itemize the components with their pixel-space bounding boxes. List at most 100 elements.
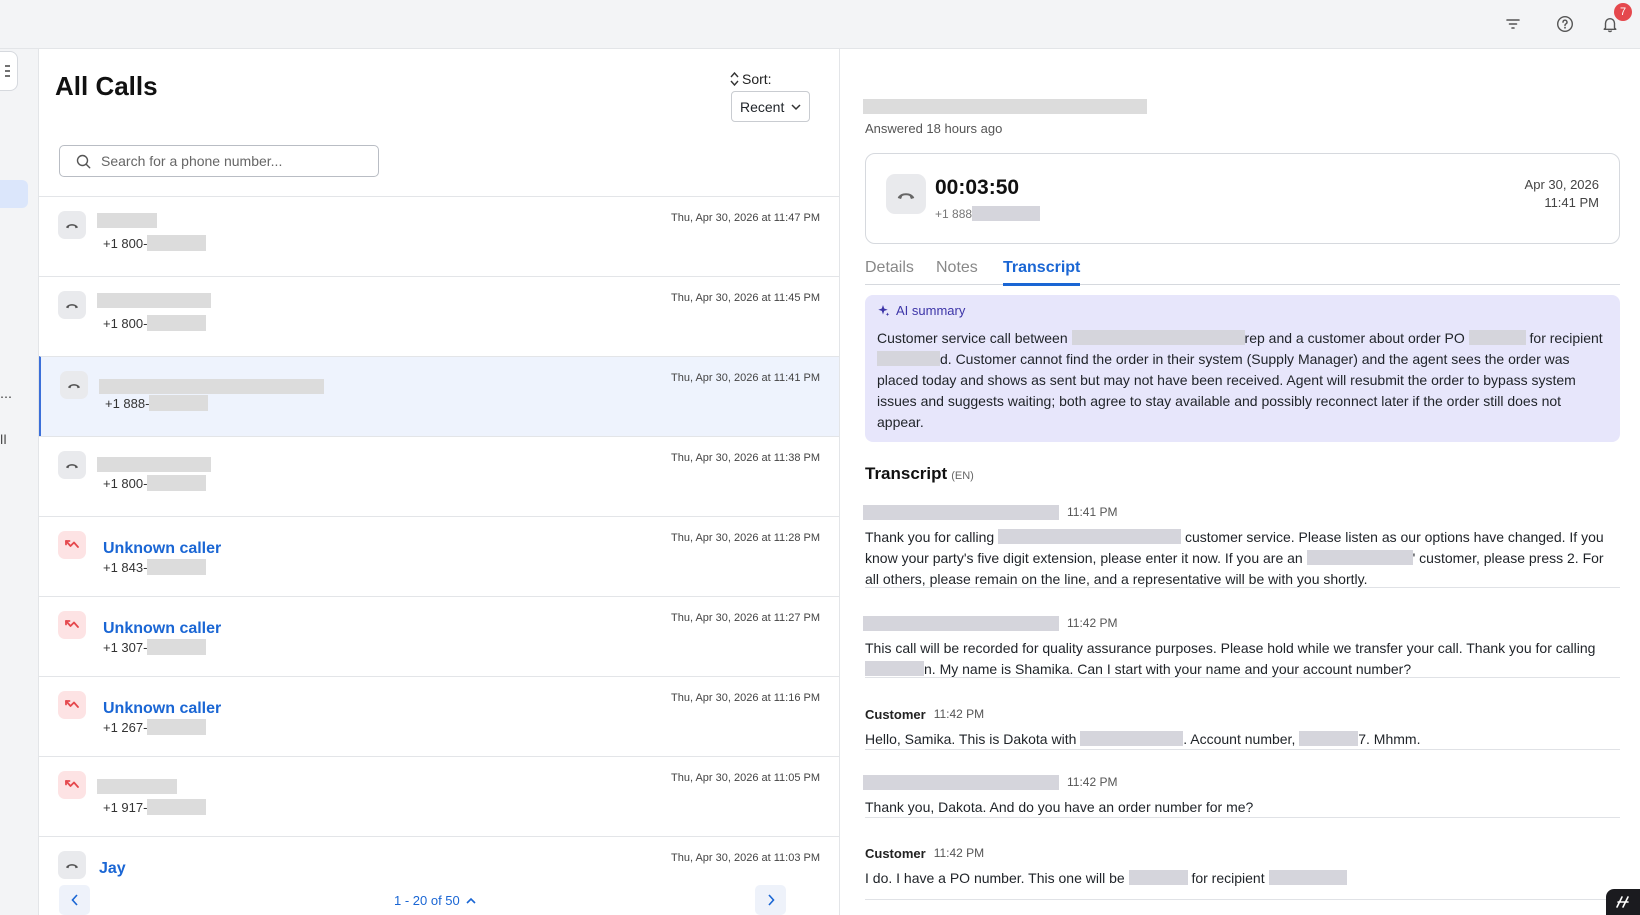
redacted-caller-name (97, 293, 211, 308)
call-date: Apr 30, 2026 (1524, 177, 1599, 192)
next-page-button[interactable] (755, 885, 786, 915)
pagination: 1 - 20 of 50 (39, 885, 839, 915)
call-row[interactable]: +1 917- Thu, Apr 30, 2026 at 11:05 PM (39, 756, 839, 836)
caller-number: +1 917- (103, 799, 207, 815)
caller-number-prefix: +1 888- (105, 395, 150, 411)
tab-transcript[interactable]: Transcript (1003, 259, 1081, 286)
redacted-text (1128, 870, 1188, 885)
entry-part: n. My name is Shamika. Can I start with … (924, 661, 1412, 677)
search-icon (76, 154, 91, 168)
sort-label: Sort: (730, 71, 772, 87)
redacted-caller-name (97, 779, 177, 794)
entry-text: Hello, Samika. This is Dakota with . Acc… (865, 729, 1620, 750)
call-timestamp: Thu, Apr 30, 2026 at 11:41 PM (670, 372, 820, 384)
call-duration-card: 00:03:50 +1 888 Apr 30, 2026 11:41 PM (865, 153, 1620, 244)
pagination-range[interactable]: 1 - 20 of 50 (394, 893, 476, 908)
call-timestamp: Thu, Apr 30, 2026 at 11:27 PM (670, 612, 820, 624)
call-row[interactable]: +1 800- Thu, Apr 30, 2026 at 11:38 PM (39, 436, 839, 516)
redacted-number (147, 475, 207, 491)
entry-meta: 11:41 PM (863, 503, 1620, 521)
tab-notes[interactable]: Notes (936, 259, 978, 283)
sidebar-partial-text: ll (0, 433, 7, 447)
redacted-number (147, 235, 207, 251)
missed-call-icon (58, 771, 86, 799)
sidebar-collapsed: … ll (0, 49, 39, 915)
missed-call-icon (58, 531, 86, 559)
call-row[interactable]: Unknown caller +1 267- Thu, Apr 30, 2026… (39, 676, 839, 756)
sidebar-active-item[interactable] (0, 180, 28, 208)
ai-summary-box: AI summary Customer service call between… (865, 295, 1620, 442)
redacted-number (972, 206, 1041, 221)
caller-number: +1 843- (103, 559, 207, 575)
transcript-entry: Customer 11:42 PM Hello, Samika. This is… (865, 705, 1620, 750)
calls-list-pane: All Calls Sort: Recent +1 800- Thu, Apr … (39, 49, 840, 915)
entry-meta: 11:42 PM (863, 773, 1620, 791)
entry-time: 11:42 PM (1067, 616, 1118, 630)
transcript-heading: Transcript (EN) (865, 464, 974, 484)
answered-call-icon (60, 371, 88, 399)
entry-text: Thank you, Dakota. And do you have an or… (865, 797, 1620, 818)
help-icon[interactable] (1552, 11, 1578, 37)
redacted-number (147, 799, 207, 815)
search-input[interactable] (101, 153, 351, 169)
sidebar-toggle-button[interactable] (0, 51, 18, 91)
redacted-number (147, 639, 207, 655)
search-box[interactable] (59, 145, 379, 177)
app-logo-icon[interactable] (1606, 889, 1640, 915)
call-number: +1 888 (935, 206, 1041, 221)
caller-number-prefix: +1 843- (103, 559, 148, 575)
redacted-text (1268, 870, 1347, 885)
transcript-entry: 11:42 PM This call will be recorded for … (863, 614, 1620, 680)
sort-icon (730, 72, 739, 86)
redacted-text (998, 529, 1182, 544)
redacted-caller-name (99, 379, 324, 394)
call-timestamp: Thu, Apr 30, 2026 at 11:03 PM (670, 852, 820, 864)
entry-text: This call will be recorded for quality a… (865, 638, 1620, 680)
transcript-title: Transcript (865, 464, 948, 483)
entry-time: 11:42 PM (933, 846, 985, 860)
redacted-text (877, 351, 940, 366)
call-row[interactable]: Unknown caller +1 307- Thu, Apr 30, 2026… (39, 596, 839, 676)
caller-name[interactable]: Unknown caller (103, 700, 221, 718)
missed-call-icon (58, 691, 86, 719)
redacted-text (1306, 550, 1413, 565)
entry-part: I do. I have a PO number. This one will … (865, 870, 1129, 886)
caller-name[interactable]: Unknown caller (103, 540, 221, 558)
transcript-entry: Customer 11:42 PM I do. I have a PO numb… (865, 844, 1620, 900)
call-datetime: Apr 30, 2026 11:41 PM (1525, 176, 1599, 212)
filter-icon[interactable] (1500, 11, 1526, 37)
call-row[interactable]: +1 800- Thu, Apr 30, 2026 at 11:47 PM (39, 196, 839, 276)
redacted-speaker (863, 615, 1059, 631)
previous-page-button[interactable] (59, 885, 90, 915)
tab-details[interactable]: Details (865, 259, 914, 283)
redacted-speaker (863, 504, 1059, 520)
sort-select[interactable]: Recent (731, 91, 810, 122)
redacted-number (147, 315, 207, 331)
chevron-right-icon (767, 894, 775, 906)
caller-name[interactable]: Jay (99, 860, 126, 878)
call-row-selected[interactable]: +1 888- Thu, Apr 30, 2026 at 11:41 PM (39, 356, 839, 436)
sparkle-icon (878, 305, 890, 317)
summary-part: Customer service call between (877, 330, 1072, 346)
call-row[interactable]: +1 800- Thu, Apr 30, 2026 at 11:45 PM (39, 276, 839, 356)
notifications-button[interactable]: 7 (1597, 3, 1632, 37)
redacted-number (147, 559, 207, 575)
sidebar-partial-text: … (0, 387, 12, 401)
call-timestamp: Thu, Apr 30, 2026 at 11:47 PM (670, 212, 820, 224)
caller-number: +1 267- (103, 719, 207, 735)
caller-name[interactable]: Unknown caller (103, 620, 221, 638)
call-timestamp: Thu, Apr 30, 2026 at 11:16 PM (670, 692, 820, 704)
call-timestamp: Thu, Apr 30, 2026 at 11:45 PM (670, 292, 820, 304)
entry-time: 11:42 PM (933, 707, 985, 721)
entry-part: for recipient (1187, 870, 1269, 886)
chevron-up-icon (466, 897, 476, 904)
redacted-text (1299, 731, 1359, 746)
call-row[interactable]: Unknown caller +1 843- Thu, Apr 30, 2026… (39, 516, 839, 596)
top-bar: 7 (0, 0, 1640, 49)
caller-number-prefix: +1 917- (103, 799, 148, 815)
entry-part: This call will be recorded for quality a… (865, 640, 1596, 656)
answered-status: Answered 18 hours ago (865, 121, 1003, 136)
answered-call-icon (58, 291, 86, 319)
entry-part: 7. Mhmm. (1358, 731, 1421, 747)
sort-label-text: Sort: (742, 71, 772, 87)
